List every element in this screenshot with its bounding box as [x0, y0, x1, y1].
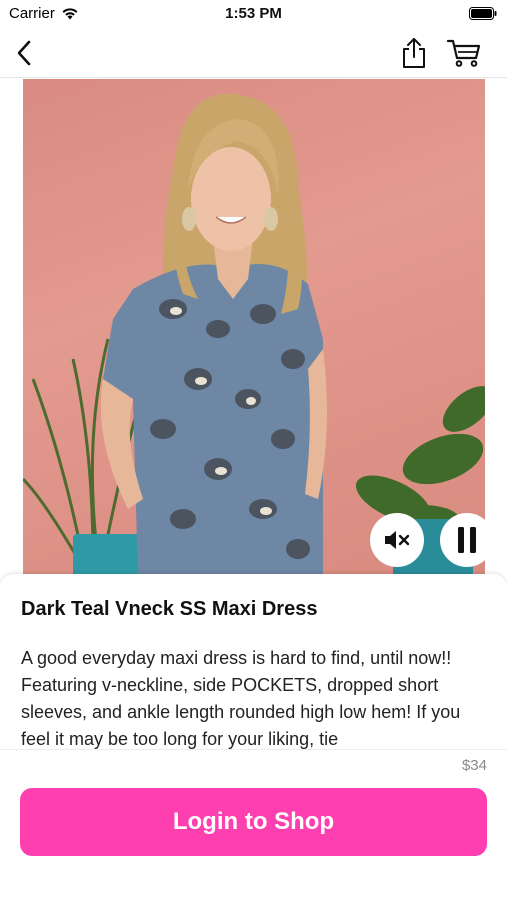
video-frame-image — [23, 93, 485, 579]
product-video[interactable] — [23, 79, 485, 579]
share-icon — [403, 38, 425, 68]
share-button[interactable] — [398, 36, 430, 70]
battery-icon — [469, 7, 497, 20]
product-description: A good everyday maxi dress is hard to fi… — [21, 648, 461, 749]
divider — [0, 749, 507, 750]
chevron-left-icon — [17, 40, 31, 66]
nav-bar — [0, 28, 507, 78]
status-time: 1:53 PM — [225, 5, 282, 22]
mute-button[interactable] — [370, 513, 424, 567]
cart-button[interactable] — [444, 36, 484, 70]
cart-icon — [446, 39, 481, 67]
product-title: Dark Teal Vneck SS Maxi Dress — [21, 598, 318, 620]
status-bar: Carrier 1:53 PM — [0, 0, 507, 28]
mute-icon — [385, 531, 410, 549]
pause-button[interactable] — [440, 513, 485, 567]
pause-icon — [458, 527, 476, 553]
back-button[interactable] — [10, 38, 38, 68]
product-sheet: Dark Teal Vneck SS Maxi Dress A good eve… — [0, 574, 507, 900]
login-to-shop-button[interactable]: Login to Shop — [20, 788, 487, 856]
product-price: $34 — [461, 757, 487, 774]
plant-right — [355, 386, 485, 533]
